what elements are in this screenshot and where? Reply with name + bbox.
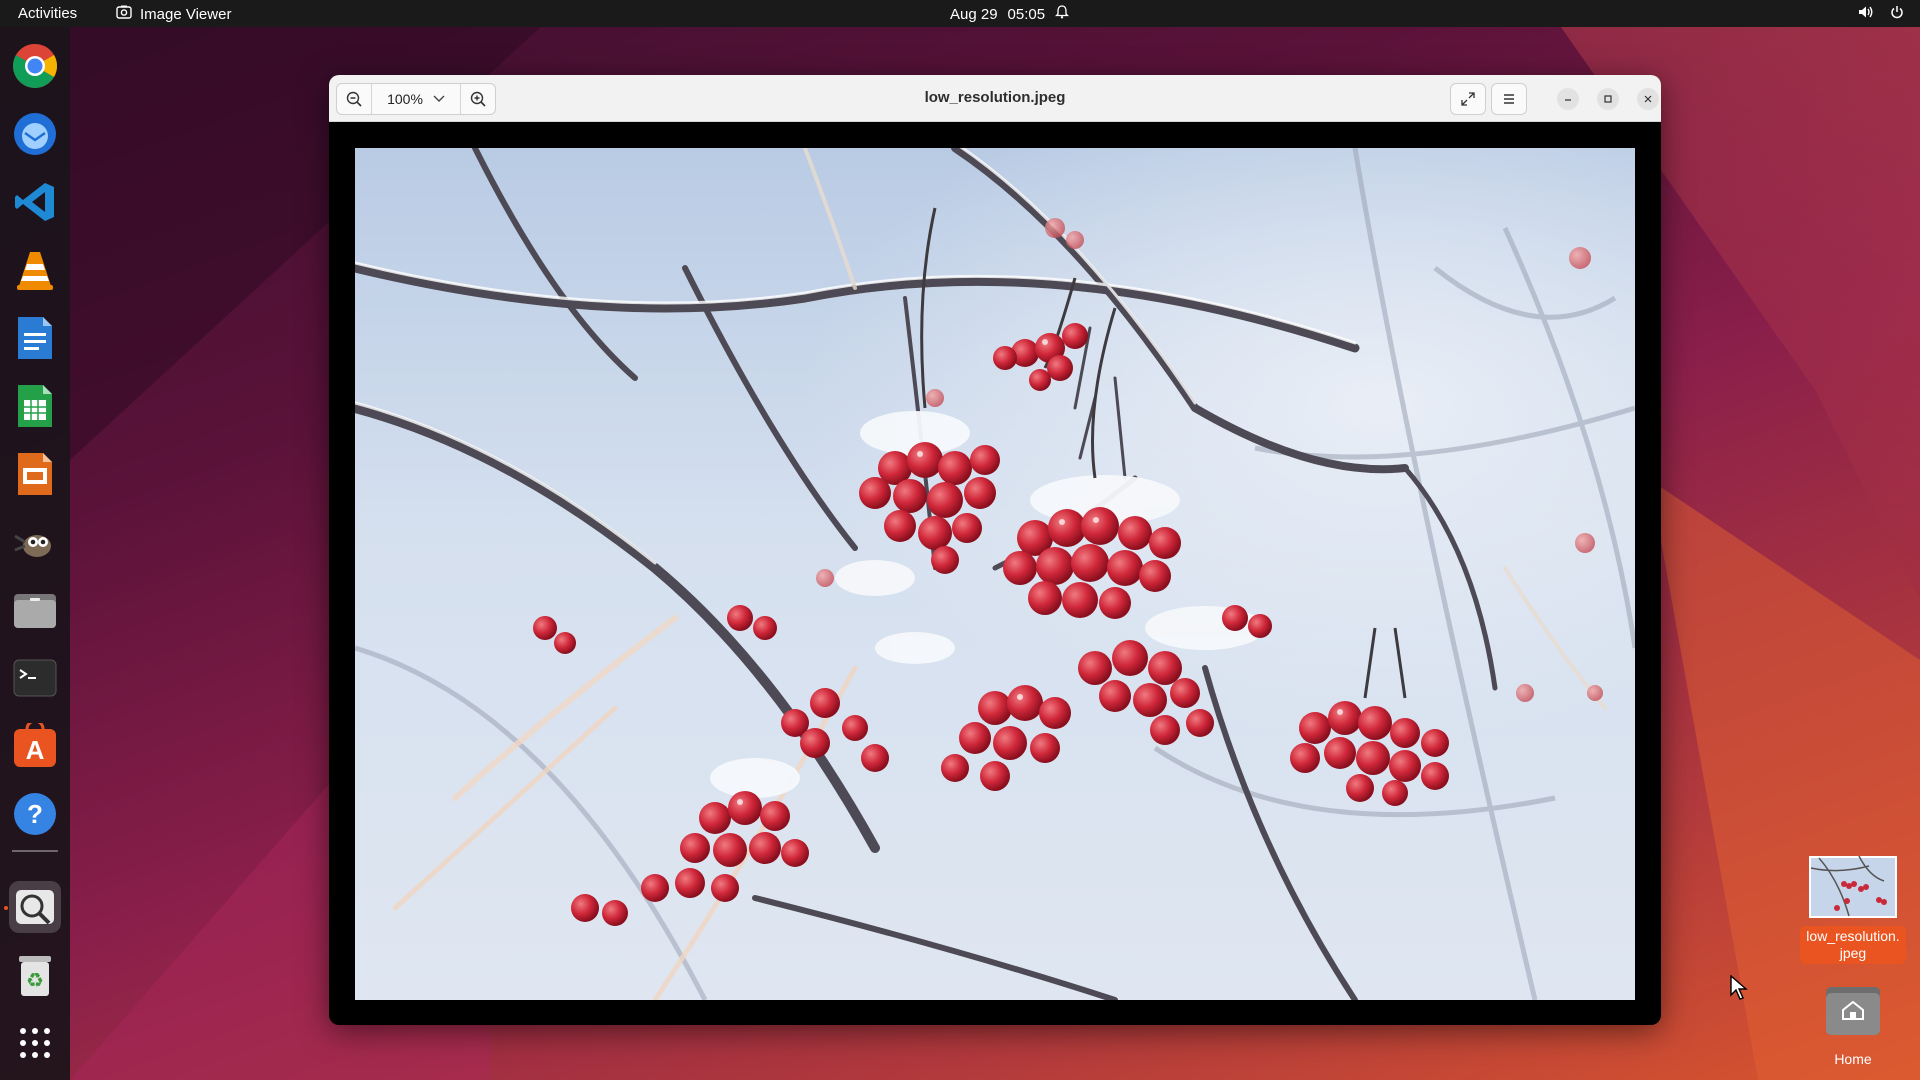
libreoffice-impress-icon[interactable]: [9, 448, 61, 500]
close-icon: [1644, 95, 1652, 103]
dock-separator: [12, 850, 58, 852]
svg-text:?: ?: [27, 799, 43, 829]
activities-button[interactable]: Activities: [18, 5, 77, 22]
close-button[interactable]: [1637, 88, 1659, 110]
berries-photo: [355, 148, 1635, 1000]
header-bar: 100% low_resolution.jpeg: [329, 75, 1661, 122]
desktop-file-label: low_resolution. jpeg: [1800, 926, 1906, 964]
app-name: Image Viewer: [140, 5, 232, 23]
minimize-button[interactable]: [1557, 88, 1579, 110]
image-viewer-icon: [116, 5, 132, 23]
thunderbird-icon[interactable]: [9, 108, 61, 160]
notification-bell-icon: [1055, 5, 1070, 23]
image-viewer-icon[interactable]: [9, 881, 61, 933]
gimp-icon[interactable]: [9, 516, 61, 568]
show-applications-icon[interactable]: [9, 1017, 61, 1069]
vscode-icon[interactable]: [9, 176, 61, 228]
running-indicator: [4, 906, 8, 910]
svg-text:A: A: [26, 735, 45, 765]
dock: A ? ♻: [0, 27, 70, 1080]
svg-text:♻: ♻: [26, 968, 44, 992]
fullscreen-button[interactable]: [1450, 83, 1486, 115]
maximize-button[interactable]: [1597, 88, 1619, 110]
top-bar: Activities Image Viewer Aug 29 05:05: [0, 0, 1920, 27]
clock-time: 05:05: [1007, 5, 1046, 23]
app-menu[interactable]: Image Viewer: [116, 5, 231, 23]
desktop-home-label: Home: [1834, 1051, 1872, 1067]
trash-icon[interactable]: ♻: [9, 949, 61, 1001]
terminal-icon[interactable]: [9, 652, 61, 704]
clock[interactable]: Aug 29 05:05: [950, 5, 1070, 23]
image-thumbnail: [1805, 852, 1901, 922]
app-center-icon[interactable]: A: [9, 720, 61, 772]
desktop-file-low-resolution[interactable]: low_resolution. jpeg: [1788, 852, 1918, 964]
displayed-image[interactable]: [355, 148, 1635, 1000]
vlc-icon[interactable]: [9, 244, 61, 296]
main-menu-button[interactable]: [1491, 83, 1527, 115]
image-viewer-window: 100% low_resolution.jpeg: [329, 75, 1661, 1025]
volume-icon[interactable]: [1858, 5, 1874, 23]
minimize-icon: [1565, 99, 1571, 101]
maximize-icon: [1604, 95, 1612, 103]
fullscreen-icon: [1461, 92, 1475, 106]
home-folder-icon: [1805, 975, 1901, 1045]
power-icon[interactable]: [1890, 5, 1904, 23]
system-tray[interactable]: [1858, 5, 1904, 23]
desktop-home-folder[interactable]: Home: [1788, 975, 1918, 1067]
hamburger-menu-icon: [1504, 94, 1514, 104]
help-icon[interactable]: ?: [9, 788, 61, 840]
libreoffice-writer-icon[interactable]: [9, 312, 61, 364]
chrome-icon[interactable]: [9, 40, 61, 92]
files-icon[interactable]: [9, 584, 61, 636]
mouse-cursor-icon: [1730, 974, 1748, 1006]
libreoffice-calc-icon[interactable]: [9, 380, 61, 432]
clock-date: Aug 29: [950, 5, 998, 23]
